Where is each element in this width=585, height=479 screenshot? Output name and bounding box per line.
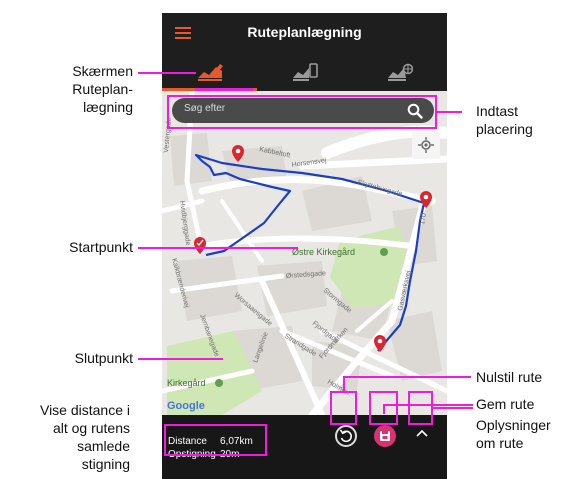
reset-route-button[interactable] bbox=[335, 425, 357, 447]
google-logo: Google bbox=[167, 400, 205, 412]
map-canvas: Kabbeltoft Horsensvej Skyttehusgade Gasv… bbox=[162, 91, 447, 415]
route-plan-edit-icon bbox=[197, 64, 223, 81]
reset-icon bbox=[339, 429, 352, 443]
callout-line bbox=[383, 404, 473, 406]
caption-reset: Nulstil rute bbox=[476, 369, 543, 385]
caption-screen: Skærmen Ruteplan-lægning bbox=[72, 63, 133, 115]
park-label: Kirkegård bbox=[167, 378, 206, 388]
reset-highlight bbox=[330, 391, 357, 425]
tab-highlight bbox=[195, 88, 253, 91]
park-label: Østre Kirkegård bbox=[292, 247, 355, 257]
locate-button[interactable] bbox=[412, 131, 440, 159]
map-globe-icon bbox=[387, 63, 413, 81]
callout-line bbox=[138, 358, 223, 360]
park-icon bbox=[215, 379, 223, 387]
callout-line bbox=[437, 111, 462, 113]
save-icon bbox=[380, 431, 390, 441]
caption-info: Oplysninger om rute bbox=[476, 417, 551, 451]
tab-bar bbox=[162, 53, 447, 91]
callout-line bbox=[343, 376, 345, 392]
park-icon bbox=[380, 248, 388, 256]
search-highlight bbox=[167, 95, 437, 129]
phone-screen: Ruteplanlægning Kabbeltoft Horsensvej Sk… bbox=[162, 13, 447, 479]
info-highlight bbox=[408, 391, 433, 425]
stats-highlight bbox=[164, 424, 267, 456]
map-view[interactable]: Kabbeltoft Horsensvej Skyttehusgade Gasv… bbox=[162, 91, 447, 415]
caption-distance: Vise distance i alt og rutens samlede stign… bbox=[39, 402, 130, 472]
route-info-button[interactable] bbox=[412, 423, 432, 445]
callout-line bbox=[343, 376, 471, 378]
callout-line bbox=[138, 247, 298, 249]
callout-line bbox=[138, 72, 196, 74]
caption-end: Slutpunkt bbox=[74, 350, 133, 366]
save-route-button[interactable] bbox=[374, 425, 396, 447]
caption-start: Startpunkt bbox=[69, 239, 133, 255]
top-bar: Ruteplanlægning bbox=[162, 13, 447, 53]
tab-routes-device[interactable] bbox=[257, 53, 352, 91]
map-device-icon bbox=[292, 63, 318, 81]
callout-line bbox=[433, 407, 473, 409]
page-title: Ruteplanlægning bbox=[247, 24, 362, 40]
callout-line bbox=[383, 404, 385, 414]
caption-search: Indtast placering bbox=[476, 103, 533, 137]
tab-routes-online[interactable] bbox=[352, 53, 447, 91]
chevron-up-icon bbox=[416, 429, 428, 437]
caption-save: Gem rute bbox=[476, 396, 535, 412]
